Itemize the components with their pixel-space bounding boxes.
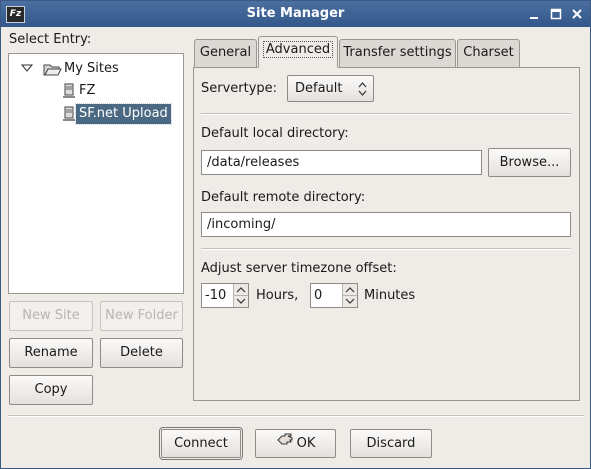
server-icon [61, 104, 77, 124]
new-site-button[interactable]: New Site [9, 301, 93, 331]
rename-button[interactable]: Rename [9, 338, 93, 368]
spin-arrows-icon[interactable] [233, 284, 248, 307]
new-folder-button[interactable]: New Folder [100, 301, 183, 331]
copy-button[interactable]: Copy [9, 375, 93, 405]
tree-root-my-sites[interactable]: My Sites [64, 59, 119, 79]
servertype-label: Servertype: [201, 81, 278, 96]
local-dir-label: Default local directory: [201, 126, 349, 141]
tab-charset[interactable]: Charset [457, 39, 520, 67]
local-dir-input[interactable]: /data/releases [201, 150, 482, 175]
site-manager-window: Fz Site Manager Select Entry: My Sites F… [0, 0, 591, 469]
tz-minutes-spinner[interactable]: 0 [310, 283, 358, 308]
tz-hours-spinner[interactable]: -10 [201, 283, 249, 308]
site-tree[interactable]: My Sites FZ SF.net Upload [8, 53, 184, 294]
browse-button[interactable]: Browse... [488, 148, 571, 177]
tab-general[interactable]: General [194, 39, 257, 67]
tz-minutes-unit: Minutes [364, 288, 416, 303]
connect-button[interactable]: Connect [159, 427, 243, 460]
divider [201, 248, 571, 250]
title-bar[interactable]: Fz Site Manager [1, 1, 590, 27]
tab-advanced[interactable]: Advanced [258, 36, 338, 68]
footer-divider [8, 415, 584, 417]
servertype-value: Default [295, 81, 343, 96]
discard-button[interactable]: Discard [350, 429, 432, 458]
timezone-offset-label: Adjust server timezone offset: [201, 261, 397, 276]
ok-button[interactable]: OK [255, 429, 336, 458]
server-icon [61, 81, 77, 101]
remote-dir-input[interactable]: /incoming/ [201, 212, 571, 237]
tree-expander-icon[interactable] [20, 59, 34, 79]
ok-label: OK [296, 436, 316, 451]
tz-hours-value: -10 [205, 288, 227, 303]
minimize-icon[interactable] [526, 6, 542, 22]
remote-dir-label: Default remote directory: [201, 190, 366, 205]
delete-button[interactable]: Delete [100, 338, 183, 368]
updown-arrows-icon [358, 82, 367, 96]
folder-open-icon [42, 59, 62, 79]
ok-hand-icon [276, 430, 294, 457]
window-title: Site Manager [246, 6, 345, 21]
tz-hours-unit: Hours, [256, 288, 299, 303]
select-entry-label: Select Entry: [9, 32, 92, 47]
divider [201, 113, 571, 115]
spin-arrows-icon[interactable] [342, 284, 357, 307]
tree-item-fz[interactable]: FZ [79, 81, 95, 101]
close-icon[interactable] [569, 6, 585, 22]
maximize-icon[interactable] [548, 6, 564, 22]
servertype-select[interactable]: Default [287, 75, 374, 102]
tab-transfer-settings[interactable]: Transfer settings [339, 39, 456, 67]
tz-minutes-value: 0 [314, 288, 323, 303]
tree-item-sf-net-upload[interactable]: SF.net Upload [75, 103, 172, 125]
